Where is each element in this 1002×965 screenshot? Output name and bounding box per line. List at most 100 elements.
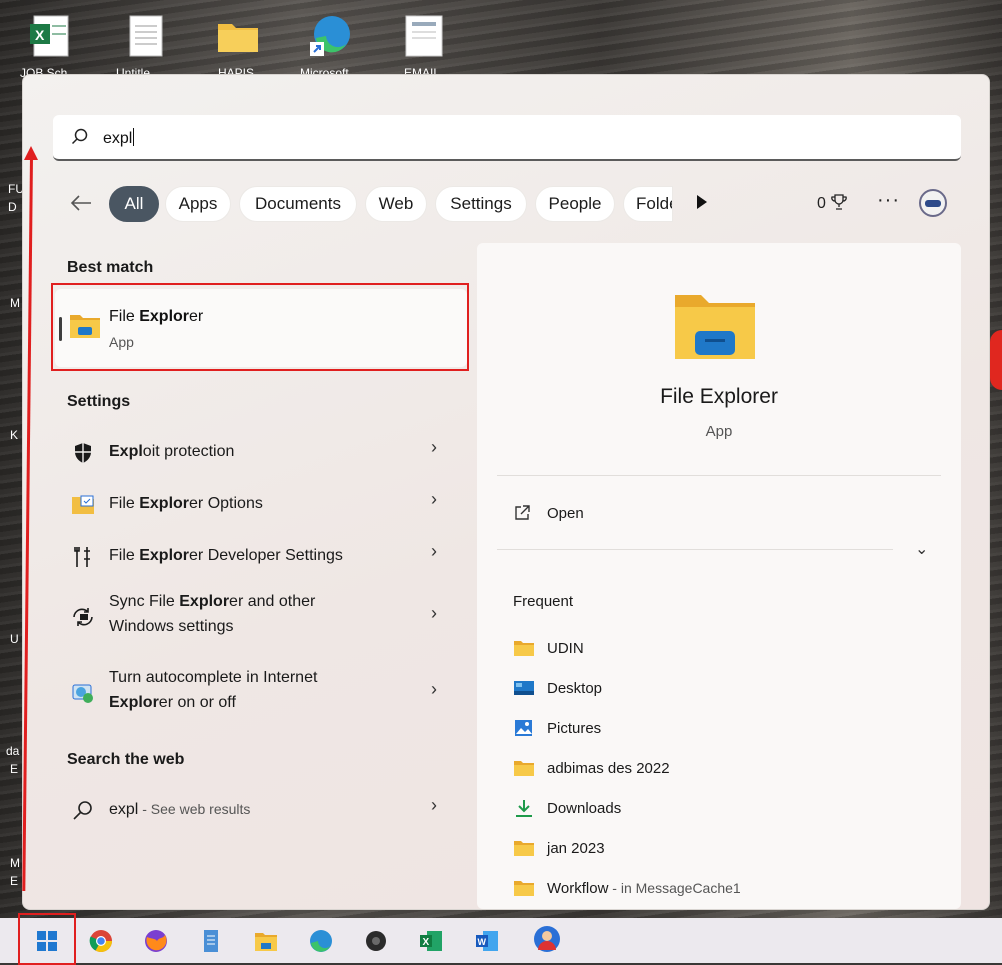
web-search-item[interactable]: expl - See web results ›: [53, 785, 467, 835]
label-suffix: er and other: [229, 593, 316, 610]
svg-text:X: X: [423, 937, 430, 948]
label-match: Explor: [179, 593, 230, 610]
desktop-label-fragment: M: [10, 296, 20, 310]
label-suffix: er Options: [189, 495, 263, 512]
annotation-start-highlight: [18, 913, 76, 965]
open-label: Open: [547, 505, 584, 522]
avatar[interactable]: [919, 189, 947, 217]
web-search-label: expl - See web results: [109, 797, 250, 822]
chevron-right-icon: ›: [431, 679, 437, 699]
chevron-right-icon: ›: [431, 541, 437, 561]
taskbar: X W: [0, 918, 1002, 963]
more-options-button[interactable]: ···: [877, 189, 900, 212]
web-search-query: expl: [109, 801, 139, 818]
preview-app-type: App: [705, 423, 733, 440]
edge-icon[interactable]: [308, 928, 334, 954]
chevron-right-icon: ›: [431, 489, 437, 509]
excel-file-icon[interactable]: X: [26, 12, 74, 60]
camera-app-icon[interactable]: [363, 928, 389, 954]
label-match: Explor: [109, 694, 159, 711]
trophy-icon: [831, 194, 848, 210]
label-prefix: Sync File: [109, 593, 180, 610]
desktop-label-fragment: D: [8, 200, 17, 214]
settings-item-exploit-protection[interactable]: Exploit protection ›: [53, 427, 467, 477]
preview-app-name: File Explorer: [660, 385, 778, 408]
divider: [497, 549, 893, 550]
label-match: Explor: [139, 547, 190, 564]
desktop-label-fragment: da: [6, 744, 20, 758]
frequent-item-label: Workflow - in MessageCache1: [547, 880, 741, 897]
search-query: expl: [103, 130, 133, 147]
background-red-shape: [990, 330, 1002, 390]
divider: [497, 475, 941, 476]
internet-options-icon: [72, 684, 93, 703]
desktop-label-fragment: E: [10, 762, 19, 776]
folder-icon[interactable]: [214, 12, 262, 60]
scroll-tabs-icon[interactable]: [697, 195, 707, 209]
chevron-right-icon: ›: [431, 795, 437, 815]
frequent-heading: Frequent: [513, 593, 574, 610]
settings-item-label: File Explorer Options: [109, 491, 263, 516]
label-match: Explor: [139, 495, 190, 512]
chevron-down-icon[interactable]: ⌄: [915, 539, 928, 559]
svg-text:X: X: [35, 27, 45, 43]
frequent-item-name: UDIN: [547, 640, 584, 657]
search-box[interactable]: expl: [53, 115, 961, 161]
label-prefix: File: [109, 495, 140, 512]
tab-apps[interactable]: Apps: [165, 186, 231, 222]
annotation-arrow-head: [24, 146, 38, 160]
label-suffix: er Developer Settings: [189, 547, 343, 564]
tab-web[interactable]: Web: [365, 186, 427, 222]
search-web-heading: Search the web: [67, 751, 185, 768]
label-second-line: Windows settings: [109, 618, 234, 635]
folder-icon: [514, 761, 534, 776]
open-external-icon: [515, 505, 530, 520]
frequent-item-name: Workflow: [547, 880, 609, 897]
web-search-suffix: - See web results: [138, 801, 251, 817]
file-explorer-icon[interactable]: [253, 928, 279, 954]
text-file-icon[interactable]: [122, 12, 170, 60]
desktop-label-fragment: U: [10, 632, 19, 646]
svg-text:W: W: [478, 937, 487, 947]
shield-icon: [75, 443, 91, 463]
document-file-icon[interactable]: [400, 12, 448, 60]
pictures-icon: [515, 720, 532, 736]
rewards-points[interactable]: 0: [817, 193, 848, 213]
settings-item-label: File Explorer Developer Settings: [109, 543, 343, 568]
tab-documents[interactable]: Documents: [239, 186, 357, 222]
search-icon: [73, 801, 92, 820]
folder-icon: [514, 641, 534, 656]
excel-icon[interactable]: X: [418, 928, 444, 954]
downloads-icon: [516, 800, 532, 817]
word-icon[interactable]: W: [474, 928, 500, 954]
settings-item-sync-file-explorer[interactable]: Sync File Explorer and other Windows sett…: [53, 585, 467, 645]
firefox-icon[interactable]: [143, 928, 169, 954]
chevron-right-icon: ›: [431, 603, 437, 623]
frequent-item-name: adbimas des 2022: [547, 760, 670, 777]
label-suffix: oit protection: [142, 443, 235, 460]
settings-item-developer-settings[interactable]: File Explorer Developer Settings ›: [53, 531, 467, 581]
folder-options-icon: [72, 495, 94, 514]
rewards-points-value: 0: [817, 195, 826, 212]
settings-item-file-explorer-options[interactable]: File Explorer Options ›: [53, 479, 467, 529]
back-arrow-icon[interactable]: [69, 193, 93, 213]
settings-item-internet-explorer-autocomplete[interactable]: Turn autocomplete in Internet Explorer on…: [53, 661, 467, 721]
edge-icon[interactable]: [306, 12, 354, 60]
settings-item-label: Exploit protection: [109, 439, 234, 464]
folder-icon: [514, 881, 534, 896]
preview-pane: File Explorer App Open ⌄ Frequent UDIN D…: [477, 243, 961, 909]
profile-app-icon[interactable]: [532, 924, 562, 954]
tab-settings[interactable]: Settings: [435, 186, 527, 222]
annotation-highlight-box: [51, 283, 469, 371]
search-input[interactable]: expl: [103, 128, 135, 148]
notepad-icon[interactable]: [198, 928, 224, 954]
desktop-label-fragment: M: [10, 856, 20, 870]
settings-heading: Settings: [67, 393, 131, 410]
tab-people[interactable]: People: [535, 186, 615, 222]
tab-all[interactable]: All: [109, 186, 159, 222]
start-search-panel: expl All Apps Documents Web Settings Peo…: [22, 74, 990, 910]
tab-folders[interactable]: Folde: [623, 186, 673, 222]
chrome-icon[interactable]: [88, 928, 114, 954]
desktop-label-fragment: K: [10, 428, 19, 442]
folder-icon: [514, 841, 534, 856]
